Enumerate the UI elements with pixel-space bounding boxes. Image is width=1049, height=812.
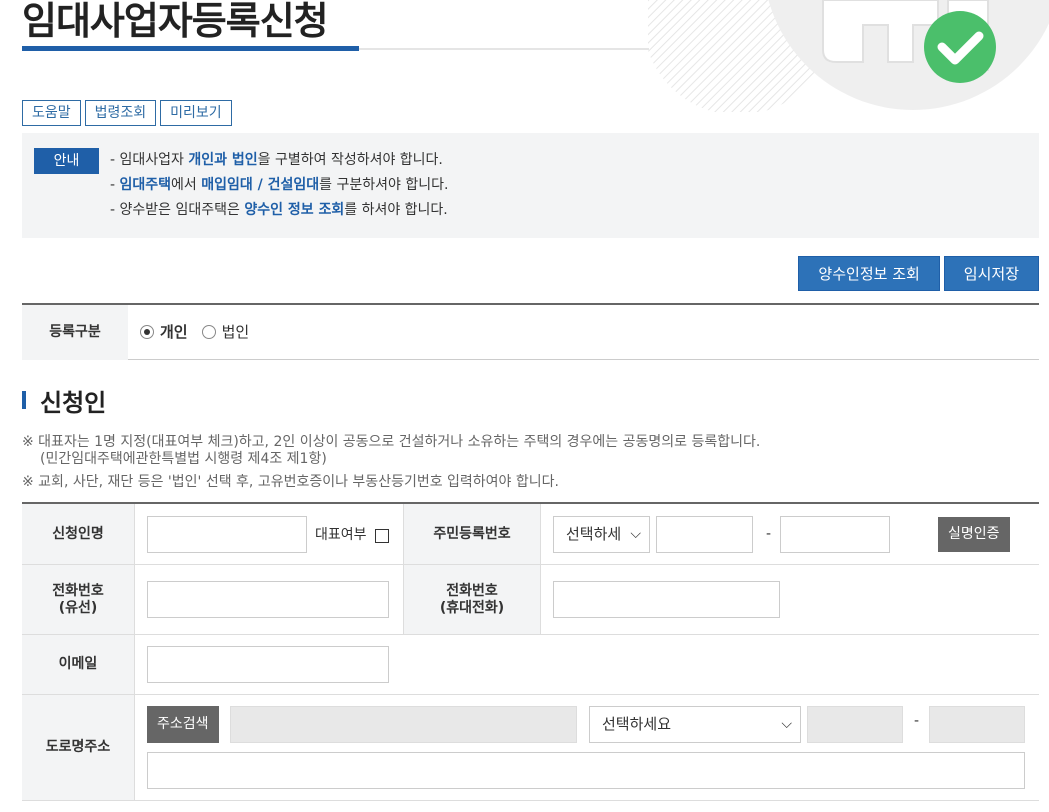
phone-wired-label-2: (유선)	[58, 599, 98, 616]
phone-wired-cell	[135, 565, 403, 634]
address-part2-input[interactable]	[929, 706, 1025, 743]
resident-no-cell: 선택하세 ⌵ - 실명인증	[541, 504, 1039, 564]
email-label: 이메일	[22, 635, 135, 694]
registration-type-radio-group: 개인 법인	[140, 321, 249, 342]
row-applicant-name: 신청인명 대표여부 주민등록번호 선택하세 ⌵ - 실명인증	[22, 504, 1039, 565]
radio-individual[interactable]: 개인	[140, 321, 188, 342]
email-cell	[135, 635, 1039, 694]
phone-mobile-label-1: 전화번호	[446, 582, 498, 599]
notice-highlight: 양수인 정보 조회	[244, 202, 345, 218]
notice-text: - 임대사업자	[110, 152, 189, 168]
row-phone: 전화번호 (유선) 전화번호 (휴대전화)	[22, 565, 1039, 635]
action-buttons: 양수인정보 조회 임시저장	[798, 256, 1039, 291]
email-input[interactable]	[147, 646, 389, 683]
title-underline-light	[359, 48, 649, 50]
notes: ※ 대표자는 1명 지정(대표여부 체크)하고, 2인 이상이 공동으로 건설하…	[22, 434, 760, 491]
phone-wired-label: 전화번호 (유선)	[22, 565, 135, 634]
applicant-name-cell: 대표여부	[135, 504, 403, 564]
header-decoration-image	[648, 0, 1049, 112]
title-underline	[22, 46, 359, 51]
chevron-down-icon: ⌵	[630, 526, 641, 542]
phone-mobile-label: 전화번호 (휴대전화)	[403, 565, 541, 634]
preview-button[interactable]: 미리보기	[160, 100, 232, 126]
chevron-down-icon: ⌵	[781, 716, 792, 732]
road-address-cell: 주소검색 선택하세요 ⌵ -	[135, 695, 1039, 800]
radio-individual-label: 개인	[160, 323, 188, 341]
notice-lines: - 임대사업자 개인과 법인을 구별하여 작성하셔야 합니다. - 임대주택에서…	[110, 149, 448, 224]
notice-text: 을 구별하여 작성하셔야 합니다.	[257, 152, 443, 168]
representative-label: 대표여부	[315, 527, 367, 543]
resident-no-second-input[interactable]	[780, 516, 890, 553]
address-select-value: 선택하세요	[602, 715, 672, 733]
notice-highlight: 매입임대 / 건설임대	[201, 177, 320, 193]
address-part1-input[interactable]	[807, 706, 903, 743]
applicant-name-label: 신청인명	[22, 504, 135, 564]
notice-box: 안내 - 임대사업자 개인과 법인을 구별하여 작성하셔야 합니다. - 임대주…	[22, 133, 1039, 238]
notice-badge: 안내	[34, 148, 99, 174]
note-line-2: (민간임대주택에관한특별법 시행령 제4조 제1항)	[40, 451, 327, 467]
law-lookup-button[interactable]: 법령조회	[84, 100, 157, 126]
resident-no-first-input[interactable]	[656, 516, 753, 553]
resident-no-dash: -	[766, 526, 772, 542]
applicant-form: 신청인명 대표여부 주민등록번호 선택하세 ⌵ - 실명인증 전화번호 (유선) 전…	[22, 502, 1039, 801]
row-road-address: 도로명주소 주소검색 선택하세요 ⌵ -	[22, 695, 1039, 801]
real-name-verify-button[interactable]: 실명인증	[938, 517, 1010, 552]
phone-wired-label-1: 전화번호	[52, 582, 104, 599]
section-bar	[22, 391, 26, 409]
section-title: 신청인	[40, 389, 107, 417]
radio-individual-circle[interactable]	[140, 324, 154, 339]
notice-line-2: - 임대주택에서 매입임대 / 건설임대를 구분하셔야 합니다.	[110, 174, 448, 199]
utility-buttons: 도움말 법령조회 미리보기	[22, 100, 232, 126]
radio-corporation[interactable]: 법인	[201, 321, 250, 342]
transferee-lookup-button[interactable]: 양수인정보 조회	[798, 256, 940, 291]
resident-no-select[interactable]: 선택하세 ⌵	[553, 516, 650, 553]
notice-highlight: 개인과 법인	[188, 152, 258, 168]
note-line-1: ※ 대표자는 1명 지정(대표여부 체크)하고, 2인 이상이 공동으로 건설하…	[22, 434, 761, 450]
phone-mobile-label-2: (휴대전화)	[439, 599, 505, 616]
phone-wired-input[interactable]	[147, 581, 389, 618]
representative-checkbox[interactable]	[375, 529, 389, 543]
notice-line-1: - 임대사업자 개인과 법인을 구별하여 작성하셔야 합니다.	[110, 149, 448, 174]
registration-type-label: 등록구분	[22, 305, 128, 360]
address-search-button[interactable]: 주소검색	[147, 706, 219, 743]
notice-highlight: 임대주택	[119, 177, 172, 193]
applicant-name-input[interactable]	[147, 516, 307, 553]
notice-text: 를 하셔야 합니다.	[344, 202, 448, 218]
address-detail-input[interactable]	[147, 752, 1025, 789]
row-email: 이메일	[22, 635, 1039, 695]
help-button[interactable]: 도움말	[22, 100, 81, 126]
notice-text: - 양수받은 임대주택은	[110, 202, 245, 218]
notice-text: -	[110, 177, 120, 193]
notice-line-3: - 양수받은 임대주택은 양수인 정보 조회를 하셔야 합니다.	[110, 199, 448, 224]
note-line-3: ※ 교회, 사단, 재단 등은 '법인' 선택 후, 고유번호증이나 부동산등기…	[22, 474, 559, 490]
resident-no-select-value: 선택하세	[566, 525, 622, 543]
registration-type-row: 등록구분 개인 법인	[22, 303, 1039, 360]
radio-corporation-label: 법인	[221, 323, 250, 341]
phone-mobile-input[interactable]	[553, 581, 780, 618]
address-dash: -	[914, 713, 920, 729]
address-select[interactable]: 선택하세요 ⌵	[589, 706, 801, 743]
phone-mobile-cell	[541, 565, 1039, 634]
resident-no-label: 주민등록번호	[403, 504, 541, 564]
notice-text: 에서	[171, 177, 202, 193]
radio-corporation-circle[interactable]	[201, 324, 216, 339]
road-address-label: 도로명주소	[22, 695, 135, 800]
temp-save-button[interactable]: 임시저장	[943, 256, 1039, 291]
page-title: 임대사업자등록신청	[22, 0, 329, 43]
zipcode-input[interactable]	[230, 706, 577, 743]
notice-text: 를 구분하셔야 합니다.	[319, 177, 449, 193]
